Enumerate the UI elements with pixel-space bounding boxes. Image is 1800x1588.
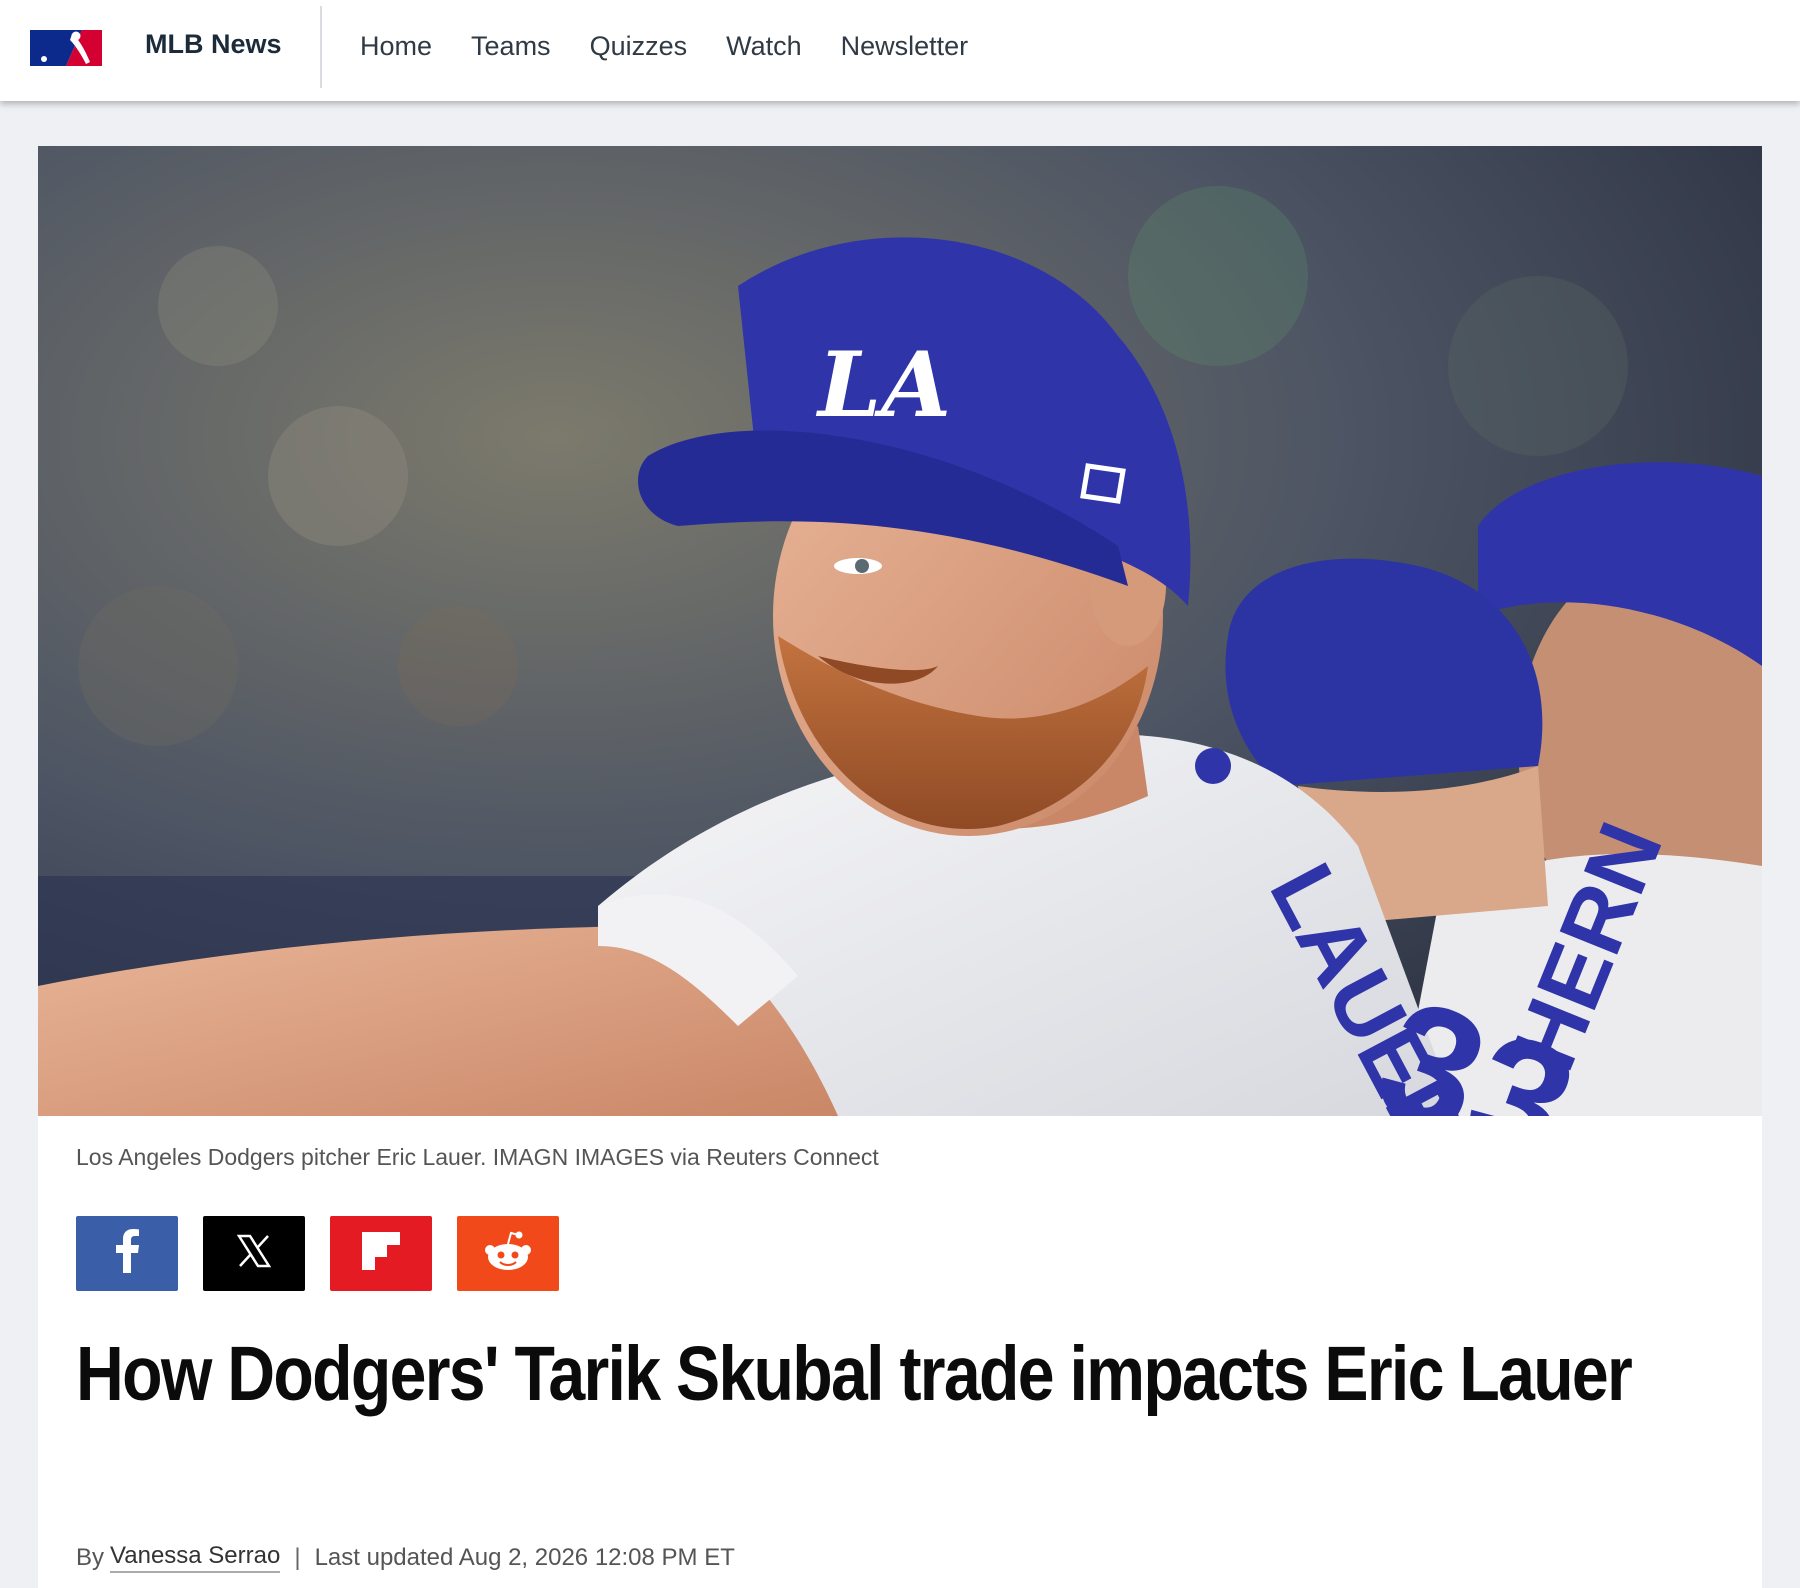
- nav-item-watch[interactable]: Watch: [726, 31, 802, 62]
- reddit-icon: [484, 1231, 532, 1276]
- nav-item-newsletter[interactable]: Newsletter: [841, 31, 969, 62]
- flipboard-share-button[interactable]: [330, 1216, 432, 1291]
- reddit-share-button[interactable]: [457, 1216, 559, 1291]
- header-divider: [320, 6, 322, 88]
- nav-item-quizzes[interactable]: Quizzes: [590, 31, 688, 62]
- mlb-logo-icon[interactable]: [26, 28, 106, 68]
- share-bar: [76, 1216, 559, 1291]
- article-card: LAUER 33 HERN LA Los Angeles Dodgers pit…: [38, 146, 1762, 1588]
- main-nav: Home Teams Quizzes Watch Newsletter: [360, 0, 1007, 92]
- nav-item-home[interactable]: Home: [360, 31, 432, 62]
- byline-separator: |: [294, 1543, 301, 1571]
- brand-title[interactable]: MLB News: [145, 0, 282, 88]
- facebook-icon: [112, 1229, 142, 1278]
- last-updated: Last updated Aug 2, 2026 12:08 PM ET: [314, 1543, 735, 1571]
- hero-image: LAUER 33 HERN LA: [38, 146, 1762, 1116]
- site-header: MLB News Home Teams Quizzes Watch Newsle…: [0, 0, 1800, 101]
- facebook-share-button[interactable]: [76, 1216, 178, 1291]
- hero-caption: Los Angeles Dodgers pitcher Eric Lauer. …: [76, 1144, 879, 1170]
- byline: By Vanessa Serrao | Last updated Aug 2, …: [76, 1542, 735, 1573]
- author-link[interactable]: Vanessa Serrao: [110, 1542, 281, 1573]
- flipboard-icon: [362, 1232, 400, 1275]
- x-share-button[interactable]: [203, 1216, 305, 1291]
- article-headline: How Dodgers' Tarik Skubal trade impacts …: [76, 1331, 1633, 1417]
- nav-item-teams[interactable]: Teams: [471, 31, 551, 62]
- x-icon: [236, 1234, 272, 1273]
- byline-prefix: By: [76, 1543, 105, 1571]
- svg-text:LA: LA: [815, 332, 951, 438]
